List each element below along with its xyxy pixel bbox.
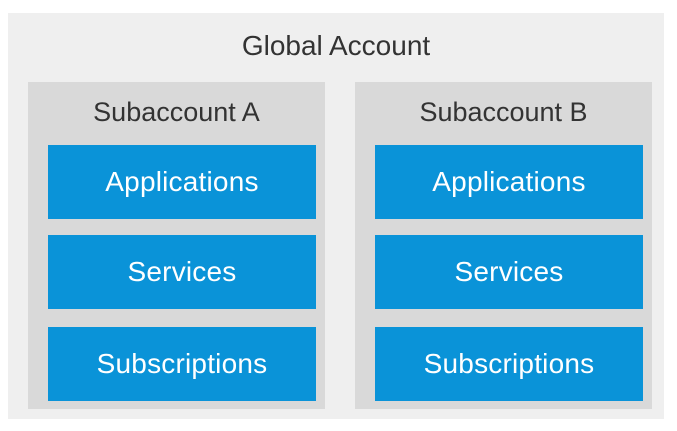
subaccount-b-subscriptions: Subscriptions xyxy=(375,327,643,401)
subaccount-a-applications: Applications xyxy=(48,145,316,219)
subaccount-b-applications: Applications xyxy=(375,145,643,219)
global-account-title: Global Account xyxy=(241,30,431,61)
subaccount-a-services: Services xyxy=(48,235,316,309)
subaccount-b: Subaccount B Applications Services Subsc… xyxy=(355,82,652,409)
subaccount-a-title: Subaccount A xyxy=(93,97,260,127)
subaccount-a-subscriptions: Subscriptions xyxy=(48,327,316,401)
global-account-container: Global Account Subaccount A Applications… xyxy=(8,13,664,419)
subaccount-b-title: Subaccount B xyxy=(419,97,588,127)
subaccount-b-services: Services xyxy=(375,235,643,309)
subaccount-a: Subaccount A Applications Services Subsc… xyxy=(28,82,325,409)
